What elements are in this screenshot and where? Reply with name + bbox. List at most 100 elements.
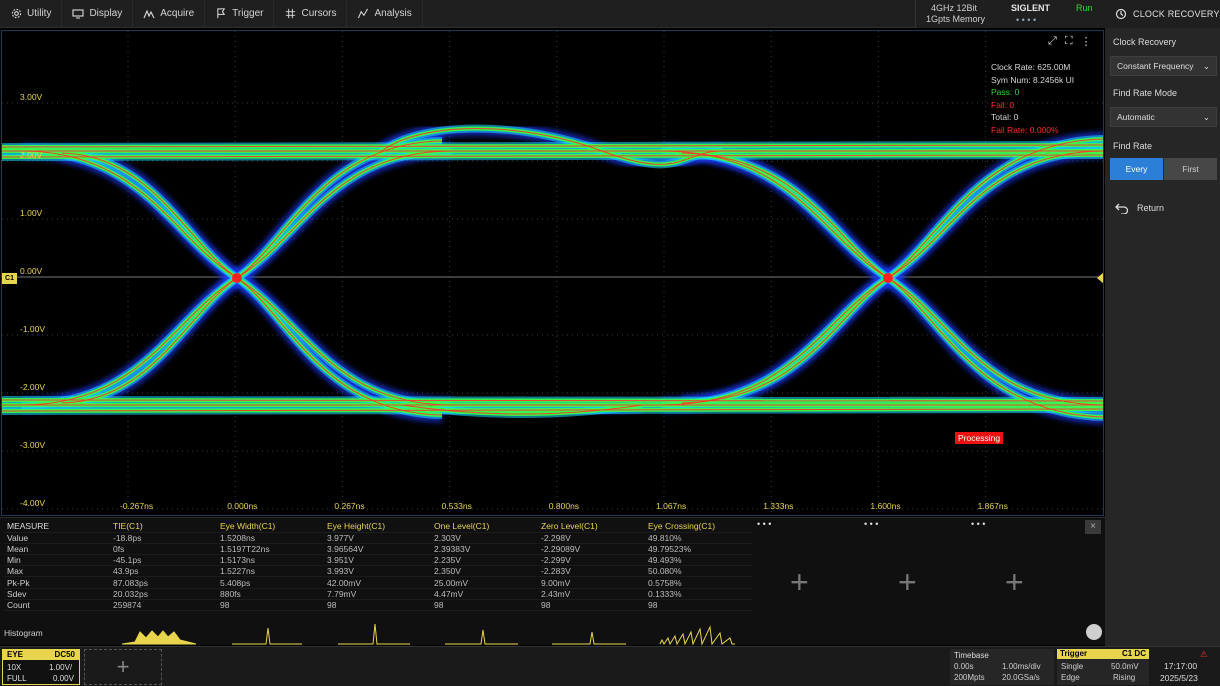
eye-crossing-point [232, 273, 242, 283]
trigger-slope: Rising [1113, 673, 1136, 682]
measure-row-label: Count [4, 599, 110, 612]
measure-row-label: Mean [4, 543, 110, 556]
timebase-info[interactable]: Timebase 0.00s 1.00ms/div 200Mpts 20.0GS… [950, 649, 1054, 685]
measure-cell: 2.235V [431, 554, 538, 567]
pass-text: Pass: 0 [991, 87, 1020, 97]
add-measure-icon[interactable]: + [898, 564, 917, 601]
chevron-down-icon: ⌄ [1202, 111, 1210, 122]
histogram-tie [121, 630, 197, 645]
panel-header: CLOCK RECOVERY [1105, 0, 1220, 28]
top-menu-bar: Utility Display Acquire Trigger Cursors Analy… [0, 0, 915, 28]
measure-cell: 49.810% [645, 532, 752, 544]
x-tick-label: 1.067ns [656, 501, 686, 511]
measure-cell: 87.083ps [110, 576, 217, 589]
measure-cell[interactable]: TIE(C1) [110, 521, 217, 533]
find-rate-mode-value: Automatic [1117, 112, 1155, 122]
x-tick-label: 1.867ns [978, 501, 1008, 511]
measure-cell[interactable]: Zero Level(C1) [538, 521, 645, 533]
extra-measure-tabs: • • • • • • • • • [757, 519, 1078, 529]
x-tick-label: 0.000ns [227, 501, 257, 511]
menu-cursors[interactable]: Cursors [274, 0, 348, 28]
measure-cell: 3.96564V [324, 543, 431, 556]
measure-cell: 98 [431, 599, 538, 612]
add-measure-icon[interactable]: + [790, 564, 809, 601]
measure-cell: 5.408ps [217, 576, 324, 589]
histogram-eye-height [338, 623, 410, 645]
measure-cell: 2.303V [431, 532, 538, 544]
channel1-info[interactable]: EYE DC50 10X 1.00V/ FULL 0.00V [2, 649, 80, 685]
measurement-table: MEASURE TIE(C1) Eye Width(C1) Eye Height(C1… [4, 521, 752, 612]
ch1-bw: FULL [7, 674, 27, 683]
measure-cell: 98 [538, 599, 645, 612]
expand-icon[interactable]: ⤢ [1048, 35, 1057, 48]
menu-trigger[interactable]: Trigger [205, 0, 275, 28]
x-tick-label: 0.800ns [549, 501, 579, 511]
add-channel-icon[interactable]: + [84, 649, 162, 685]
status-bar: EYE DC50 10X 1.00V/ FULL 0.00V + Timebase… [0, 646, 1220, 686]
analysis-icon [357, 8, 369, 20]
histogram-eye-width [232, 627, 302, 645]
menu-utility[interactable]: Utility [0, 0, 63, 28]
timebase-samplerate: 20.0GSa/s [1002, 673, 1040, 682]
add-measure-icon[interactable]: + [1005, 564, 1024, 601]
extra-tab[interactable]: • • • [971, 519, 1078, 529]
measure-cell[interactable]: Eye Width(C1) [217, 521, 324, 533]
x-tick-label: 1.333ns [763, 501, 793, 511]
measure-cell: -45.1ps [110, 554, 217, 567]
menu-acquire[interactable]: Acquire [133, 0, 206, 28]
y-tick-label: -4.00V [20, 498, 45, 508]
channel-marker[interactable]: C1 [2, 273, 17, 284]
menu-analysis[interactable]: Analysis [347, 0, 423, 28]
status-dots: • • • • [1016, 15, 1037, 25]
trigger-type: Edge [1061, 673, 1080, 682]
find-rate-mode-select[interactable]: Automatic ⌄ [1110, 107, 1217, 127]
measure-cell: 2.350V [431, 565, 538, 578]
measure-cell: -2.298V [538, 532, 645, 544]
find-rate-first-button[interactable]: First [1164, 158, 1217, 180]
measure-cell[interactable]: One Level(C1) [431, 521, 538, 533]
extra-tab[interactable]: • • • [864, 519, 971, 529]
measure-cell: 0.1333% [645, 588, 752, 600]
plot-toolbar: ⤢ ⛶ ⋮ [1048, 35, 1092, 48]
measure-row-label[interactable]: MEASURE [4, 521, 110, 533]
trigger-info[interactable]: Trigger C1 DC Single 50.0mV Edge Rising [1057, 649, 1149, 685]
clock-recovery-select[interactable]: Constant Frequency ⌄ [1110, 56, 1217, 76]
more-icon[interactable]: ⋮ [1081, 35, 1092, 48]
measure-settings-button[interactable] [1086, 624, 1102, 640]
trigger-level-marker[interactable] [1097, 272, 1103, 284]
eye-stats: Clock Rate: 625.00M Sym Num: 8.2456k UI … [991, 61, 1074, 136]
close-icon[interactable]: × [1085, 520, 1101, 534]
histogram-one-level [445, 629, 518, 645]
y-tick-label: 2.00V [20, 150, 43, 160]
fullscreen-icon[interactable]: ⛶ [1065, 35, 1073, 48]
measure-cell: -2.299V [538, 554, 645, 567]
find-rate-mode-label: Find Rate Mode [1113, 88, 1178, 98]
return-label: Return [1137, 203, 1165, 213]
measure-cell: 49.493% [645, 554, 752, 567]
memory-label: 1Gpts Memory [926, 14, 986, 24]
measure-cell: 0.5758% [645, 576, 752, 589]
eye-diagram-svg: 3.00V 2.00V 1.00V 0.00V -1.00V -2.00V -3.00V -4… [2, 31, 1103, 515]
histogram-strip [121, 623, 735, 646]
clock-time: 17:17:00 [1164, 661, 1198, 671]
menu-label: Acquire [160, 8, 195, 19]
ch1-coupling: DC50 [54, 650, 75, 659]
menu-label: Cursors [301, 8, 337, 19]
extra-tab[interactable]: • • • [757, 519, 864, 529]
measure-cell: 1.5227ns [217, 565, 324, 578]
measure-cell[interactable]: Eye Crossing(C1) [645, 521, 752, 533]
clock-recovery-label: Clock Recovery [1113, 37, 1177, 47]
measure-cell: 0fs [110, 543, 217, 556]
return-button[interactable]: Return [1115, 202, 1164, 214]
run-status[interactable]: Run [1076, 3, 1093, 13]
measure-cell: 42.00mV [324, 576, 431, 589]
menu-display[interactable]: Display [62, 0, 134, 28]
measure-cell[interactable]: Eye Height(C1) [324, 521, 431, 533]
menu-label: Trigger [232, 8, 264, 19]
datetime[interactable]: ⚠ 17:17:00 2025/5/23 [1152, 649, 1218, 685]
find-rate-every-button[interactable]: Every [1110, 158, 1163, 180]
measure-cell: 7.79mV [324, 588, 431, 600]
eye-diagram-display[interactable]: 3.00V 2.00V 1.00V 0.00V -1.00V -2.00V -3.00V -4… [1, 30, 1104, 516]
display-icon [72, 8, 85, 20]
y-tick-label: 1.00V [20, 208, 43, 218]
